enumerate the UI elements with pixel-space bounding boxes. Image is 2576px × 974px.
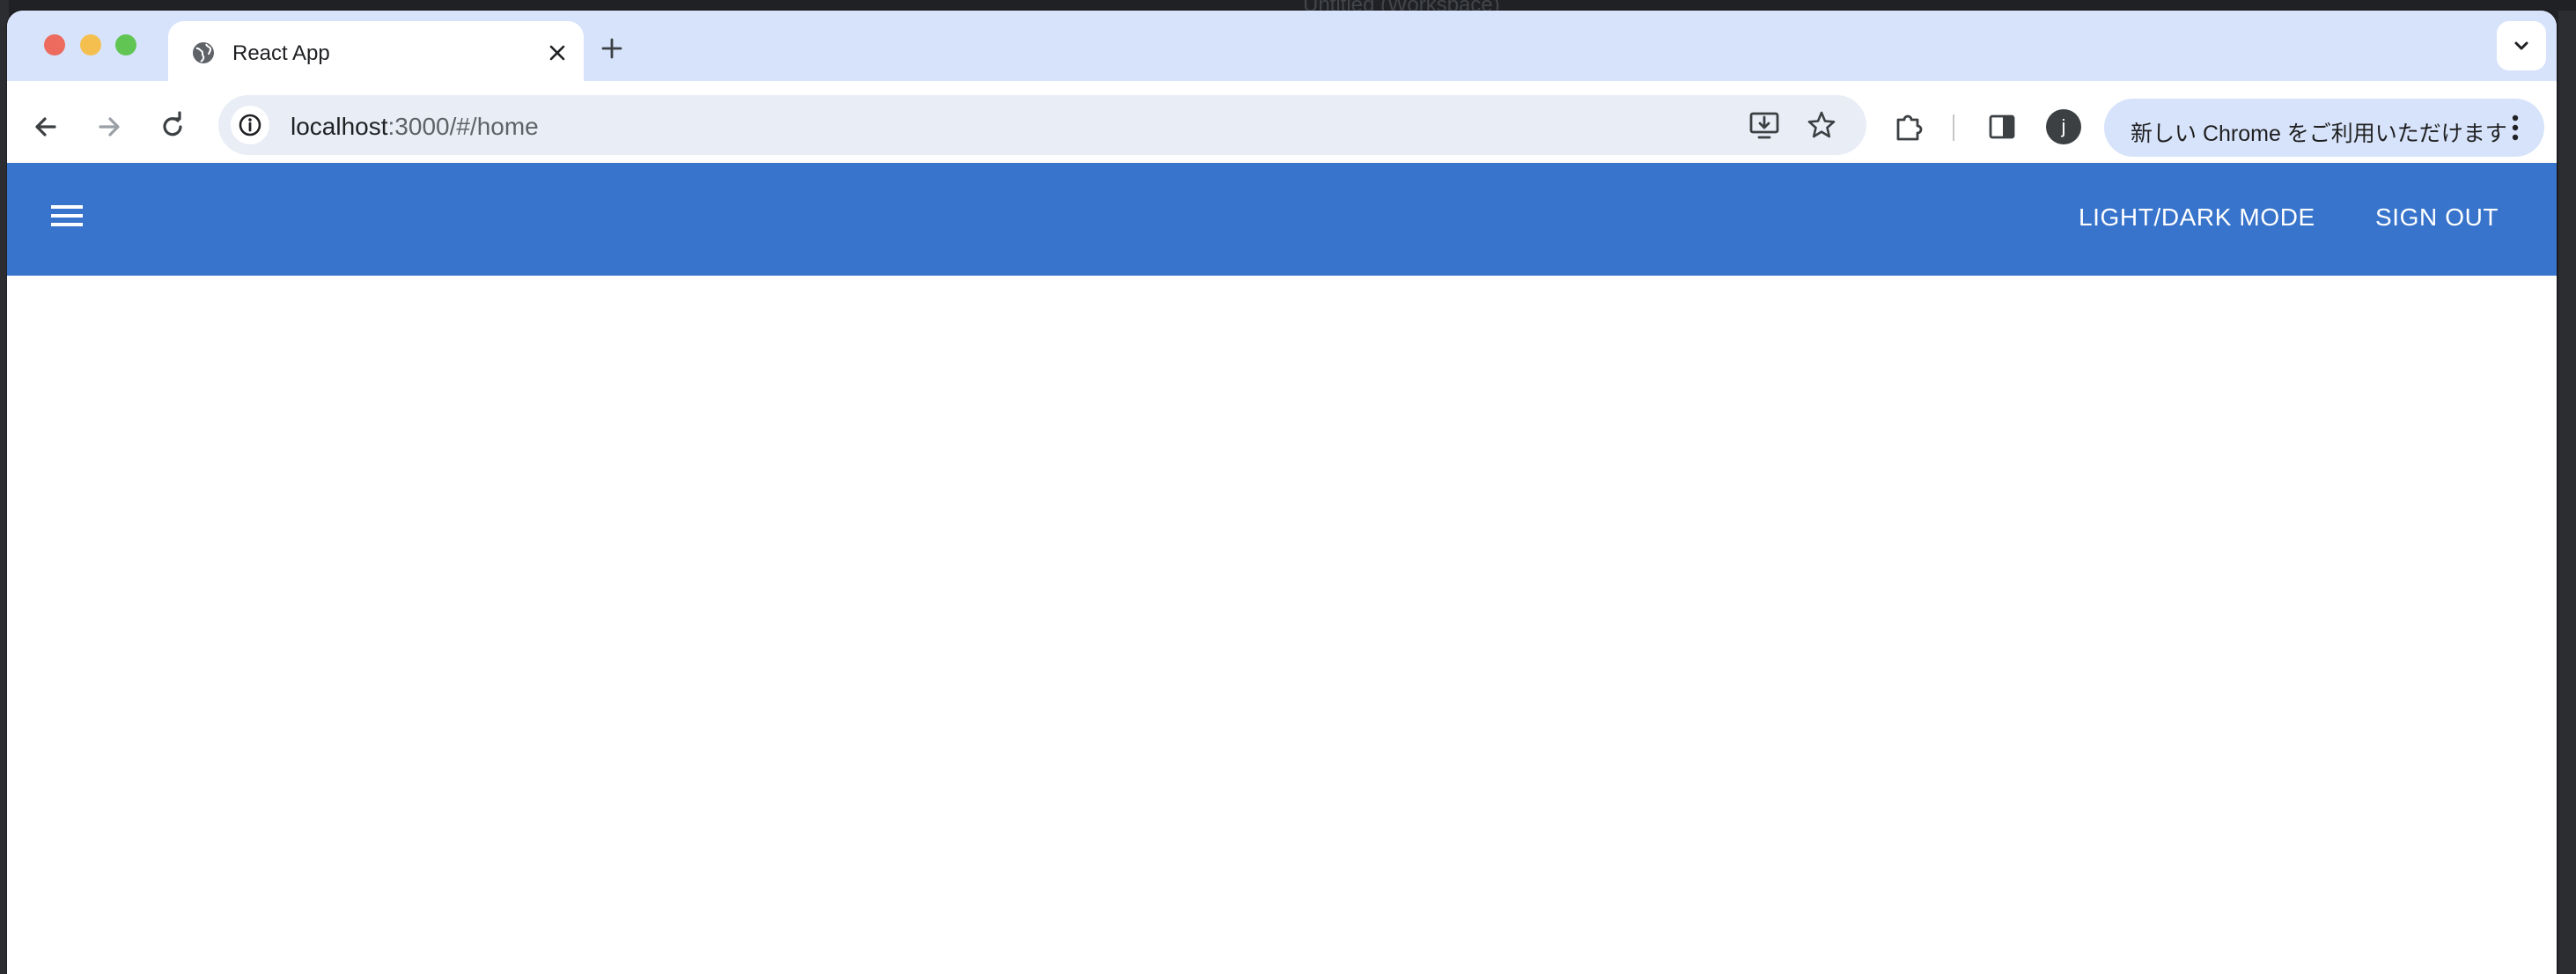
toolbar-separator	[1953, 114, 1954, 141]
close-tab-icon[interactable]	[545, 41, 570, 65]
tab-react-app[interactable]: React App	[168, 21, 584, 81]
bookmark-star-icon[interactable]	[1807, 110, 1836, 140]
url-text[interactable]: localhost:3000/#/home	[291, 113, 539, 141]
menu-icon[interactable]	[46, 200, 88, 239]
address-bar[interactable]: localhost:3000/#/home	[218, 95, 1866, 155]
page-content	[7, 276, 2557, 974]
sign-out-button[interactable]: SIGN OUT	[2375, 203, 2499, 232]
browser-window: React App localhost:3000/#/home j 新しい Ch…	[7, 11, 2557, 974]
tab-title: React App	[232, 41, 330, 65]
site-info-button[interactable]	[231, 106, 269, 144]
reload-icon[interactable]	[155, 109, 190, 144]
side-panel-icon[interactable]	[1988, 113, 2016, 141]
profile-avatar[interactable]: j	[2046, 109, 2081, 144]
info-icon	[239, 114, 261, 137]
tab-search-button[interactable]	[2497, 21, 2546, 70]
browser-toolbar: localhost:3000/#/home j 新しい Chrome をご利用い…	[7, 81, 2557, 173]
chrome-update-chip[interactable]: 新しい Chrome をご利用いただけます	[2104, 99, 2544, 157]
url-path: :3000/#/home	[387, 113, 539, 140]
background-window-edge-right	[2558, 11, 2576, 974]
extensions-puzzle-icon[interactable]	[1893, 111, 1925, 143]
app-bar: LIGHT/DARK MODE SIGN OUT	[7, 163, 2557, 276]
light-dark-mode-button[interactable]: LIGHT/DARK MODE	[2079, 203, 2315, 232]
back-arrow-icon[interactable]	[28, 109, 63, 144]
new-tab-icon[interactable]	[597, 33, 627, 63]
forward-arrow-icon[interactable]	[92, 109, 127, 144]
minimize-window-button[interactable]	[80, 34, 101, 55]
tab-strip: React App	[7, 11, 2557, 81]
url-host: localhost	[291, 113, 388, 140]
install-app-icon[interactable]	[1748, 110, 1780, 140]
maximize-window-button[interactable]	[115, 34, 136, 55]
chevron-down-icon	[2514, 41, 2528, 50]
chrome-update-text: 新しい Chrome をご利用いただけます	[2131, 122, 2507, 146]
globe-icon	[193, 42, 214, 63]
close-window-button[interactable]	[44, 34, 65, 55]
kebab-menu-icon[interactable]	[2511, 114, 2520, 142]
